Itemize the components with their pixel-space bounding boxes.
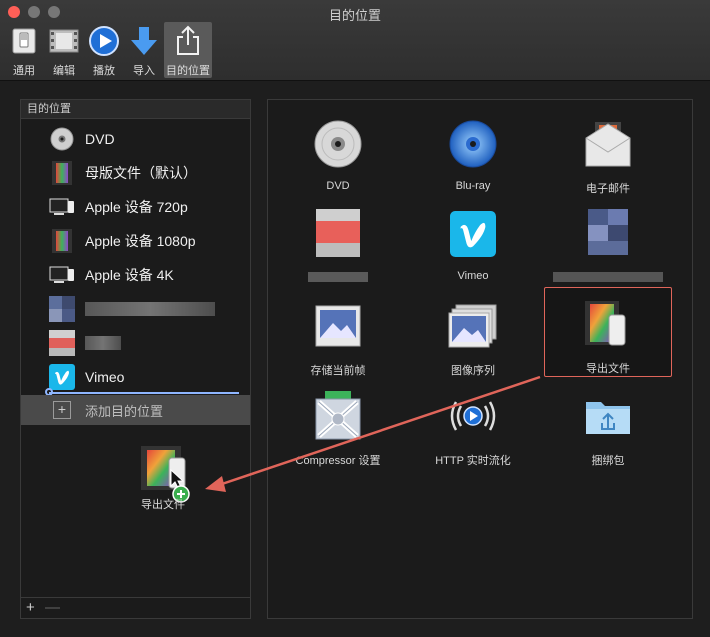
destination-item-blurred-2[interactable] xyxy=(21,326,250,360)
blurred-icon xyxy=(49,330,75,356)
drag-ghost-label: 导出文件 xyxy=(141,499,185,511)
add-destination-button[interactable]: + xyxy=(26,599,35,616)
toolbar-destinations[interactable]: 目的位置 xyxy=(164,22,212,78)
bundle-folder-icon xyxy=(580,388,636,444)
template-label: 电子邮件 xyxy=(586,183,630,195)
blurred-label xyxy=(308,272,368,282)
template-label: 导出文件 xyxy=(586,363,630,375)
film-frame-icon xyxy=(47,24,81,58)
template-bundle[interactable]: 捆绑包 xyxy=(548,388,668,468)
template-dvd[interactable]: DVD xyxy=(278,116,398,192)
toolbar-general[interactable]: 通用 xyxy=(4,22,44,78)
template-image-sequence[interactable]: 图像序列 xyxy=(413,298,533,378)
toolbar-playback[interactable]: 播放 xyxy=(84,22,124,78)
destination-item-master-file[interactable]: 母版文件（默认） xyxy=(21,156,250,190)
template-label: DVD xyxy=(326,180,350,192)
template-blurred-1[interactable] xyxy=(278,206,398,282)
plus-icon: + xyxy=(53,401,71,419)
template-label: HTTP 实时流化 xyxy=(435,455,511,467)
destination-item-label: 母版文件（默认） xyxy=(85,165,197,181)
destinations-list-header: 目的位置 xyxy=(21,100,250,119)
toolbar-edit-label: 编辑 xyxy=(53,65,75,77)
destination-templates-grid: DVD Blu-ray 电子邮件 Vimeo 存储当前帧 图像序列 导出文件 C… xyxy=(267,99,693,619)
apple-device-icon xyxy=(49,262,75,288)
destination-item-apple-720p[interactable]: Apple 设备 720p xyxy=(21,190,250,224)
template-bluray[interactable]: Blu-ray xyxy=(413,116,533,192)
add-destination-label: 添加目的位置 xyxy=(85,403,164,419)
destination-item-apple-1080p[interactable]: Apple 设备 1080p xyxy=(21,224,250,258)
toolbar-edit[interactable]: 编辑 xyxy=(44,22,84,78)
template-label: 图像序列 xyxy=(451,365,495,377)
template-email[interactable]: 电子邮件 xyxy=(548,116,668,196)
destination-item-label: Apple 设备 1080p xyxy=(85,233,196,249)
destination-item-blurred-1[interactable] xyxy=(21,292,250,326)
template-label: 存储当前帧 xyxy=(310,365,366,377)
toolbar-import[interactable]: 导入 xyxy=(124,22,164,78)
destination-item-vimeo[interactable]: Vimeo xyxy=(21,360,250,394)
toolbar-playback-label: 播放 xyxy=(93,65,115,77)
template-vimeo[interactable]: Vimeo xyxy=(413,206,533,282)
template-export-file[interactable]: 导出文件 xyxy=(544,287,672,377)
toolbar-general-label: 通用 xyxy=(13,65,35,77)
drop-insertion-line xyxy=(49,392,239,394)
dvd-disc-icon xyxy=(49,126,75,152)
destination-item-apple-4k[interactable]: Apple 设备 4K xyxy=(21,258,250,292)
compressor-icon xyxy=(310,388,366,444)
blurred-icon xyxy=(49,296,75,322)
film-strip-icon xyxy=(49,160,75,186)
blurred-icon xyxy=(310,206,366,262)
email-envelope-icon xyxy=(580,116,636,172)
toolbar-destinations-label: 目的位置 xyxy=(166,65,210,77)
destination-item-label: Apple 设备 4K xyxy=(85,267,174,283)
template-save-current-frame[interactable]: 存储当前帧 xyxy=(278,298,398,378)
title-bar: 目的位置 通用 编辑 播放 导入 目的位置 xyxy=(0,0,710,81)
template-compressor-settings[interactable]: Compressor 设置 xyxy=(278,388,398,468)
blurred-label xyxy=(85,302,215,316)
blurred-label xyxy=(553,272,663,282)
play-circle-icon xyxy=(87,24,121,58)
template-label: 捆绑包 xyxy=(591,455,625,467)
blurred-label xyxy=(85,336,121,350)
film-strip-icon xyxy=(49,228,75,254)
template-label: Compressor 设置 xyxy=(295,455,381,467)
share-icon xyxy=(171,24,205,58)
vimeo-icon xyxy=(49,364,75,390)
bluray-disc-icon xyxy=(445,116,501,172)
template-label: Blu-ray xyxy=(455,180,491,192)
export-file-icon xyxy=(580,296,636,352)
http-streaming-icon xyxy=(445,388,501,444)
template-http-live-streaming[interactable]: HTTP 实时流化 xyxy=(413,388,533,468)
image-sequence-icon xyxy=(445,298,501,354)
apple-device-icon xyxy=(49,194,75,220)
destination-item-label: Vimeo xyxy=(85,369,125,385)
preferences-toolbar: 通用 编辑 播放 导入 目的位置 xyxy=(4,22,212,78)
destination-item-label: DVD xyxy=(85,131,115,147)
destination-item-label: Apple 设备 720p xyxy=(85,199,188,215)
dvd-disc-icon xyxy=(310,116,366,172)
destinations-list-panel: 目的位置 DVD 母版文件（默认） Apple 设备 720p Apple 设备… xyxy=(20,99,251,619)
list-footer: + — xyxy=(21,597,250,618)
template-label: Vimeo xyxy=(457,270,489,282)
destination-item-dvd[interactable]: DVD xyxy=(21,122,250,156)
picture-frame-icon xyxy=(310,298,366,354)
toolbar-import-label: 导入 xyxy=(133,65,155,77)
blurred-icon xyxy=(580,206,636,262)
template-blurred-2[interactable] xyxy=(548,206,668,282)
download-arrow-icon xyxy=(127,24,161,58)
switch-icon xyxy=(7,24,41,58)
remove-destination-button[interactable]: — xyxy=(45,599,60,616)
vimeo-icon xyxy=(445,206,501,262)
add-destination-row[interactable]: + 添加目的位置 xyxy=(21,395,250,425)
